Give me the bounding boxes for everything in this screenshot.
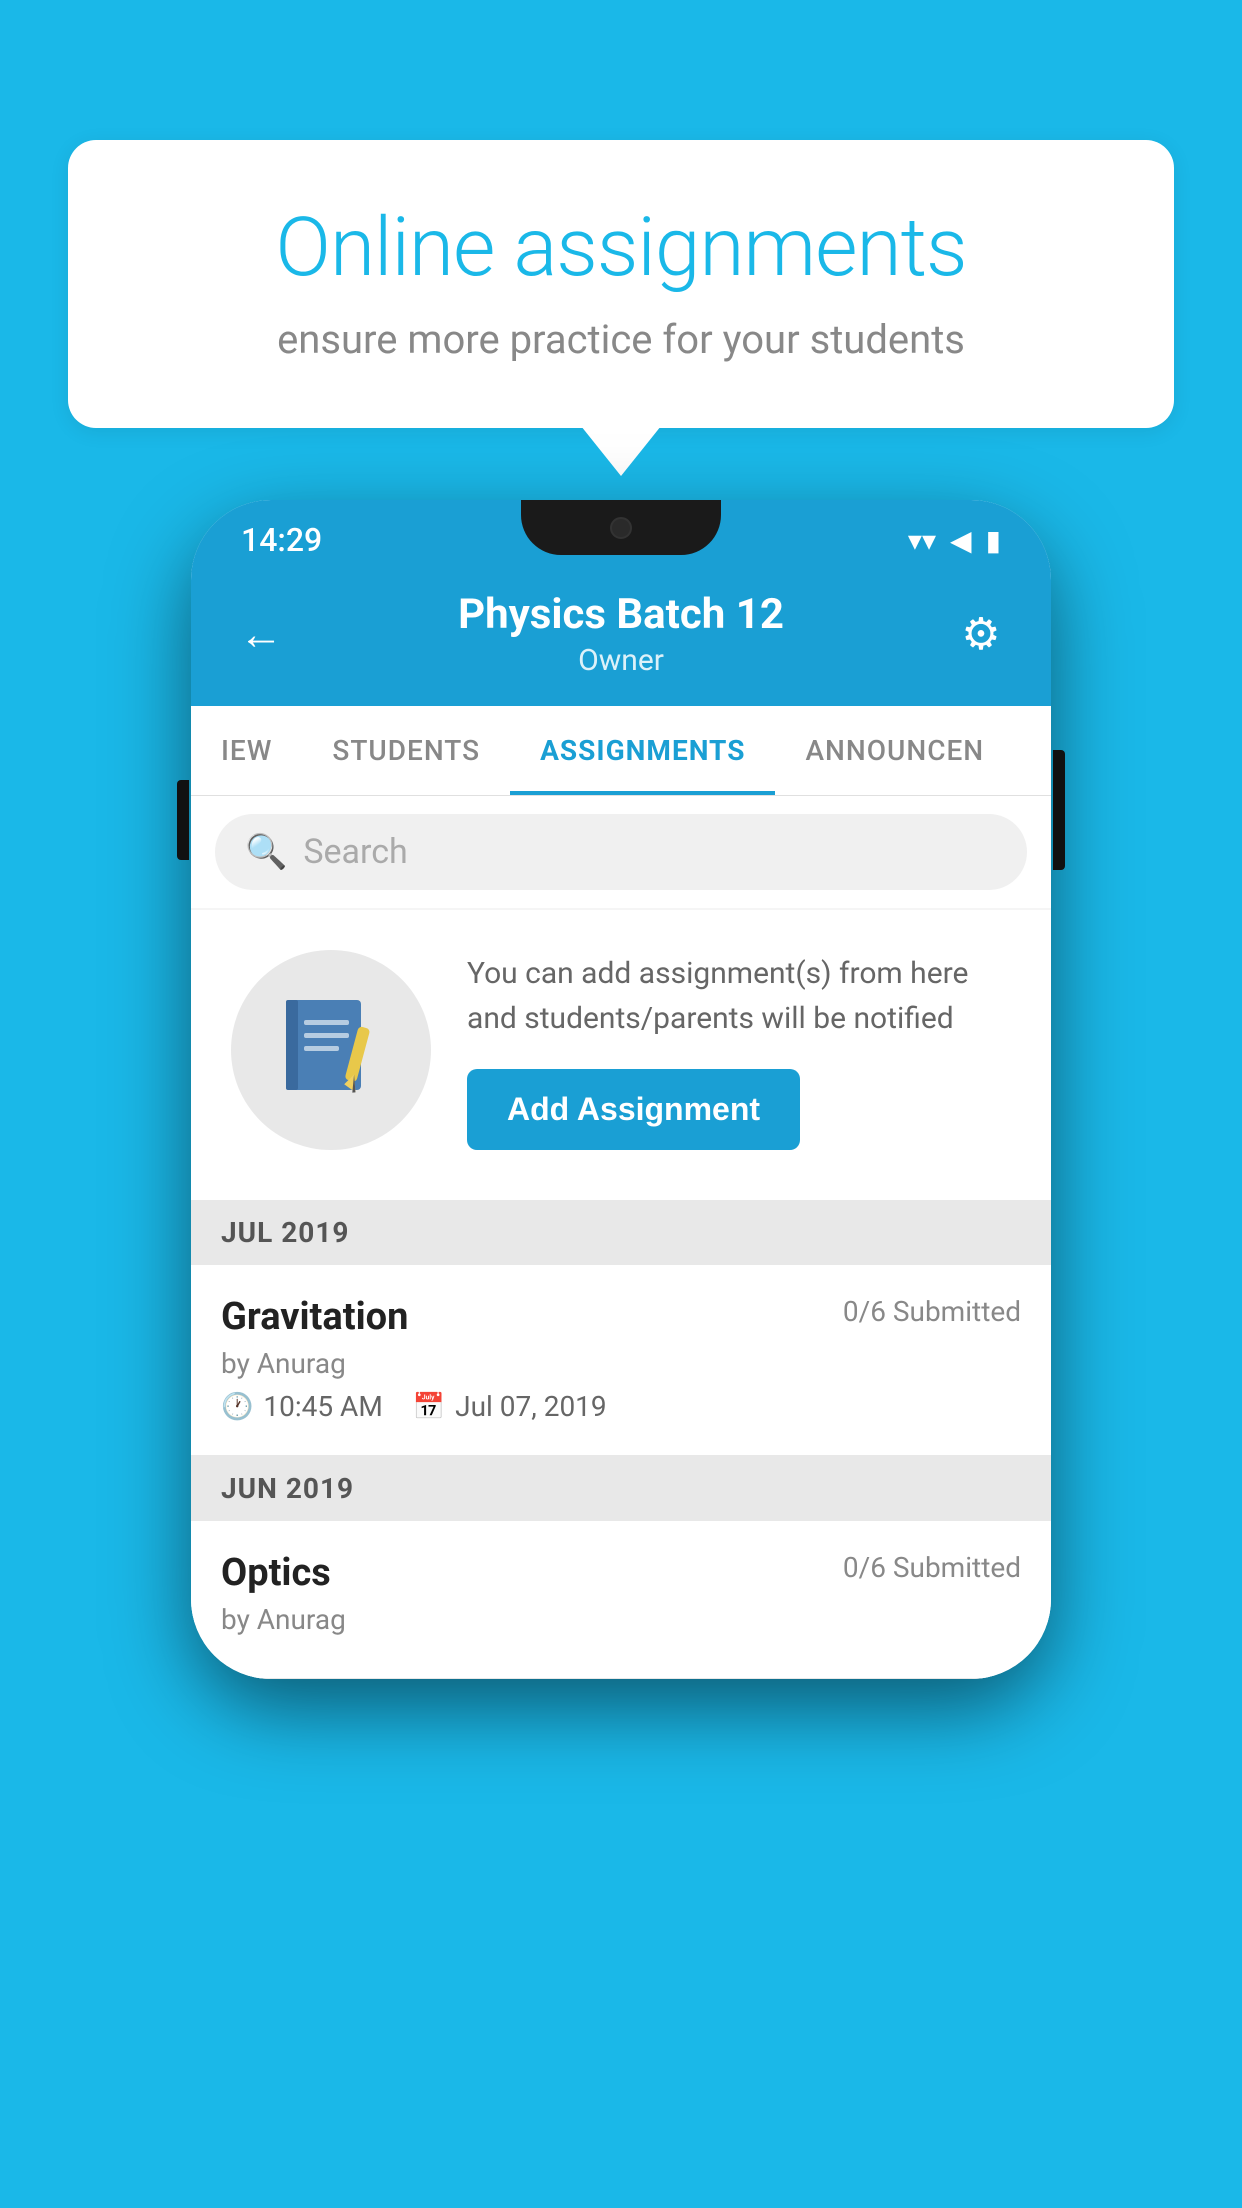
header-subtitle: Owner [291,643,951,678]
settings-button[interactable]: ⚙ [951,608,1011,660]
tab-students[interactable]: STUDENTS [302,706,510,795]
section-jun-2019: JUN 2019 [191,1456,1051,1521]
assignment-item-gravitation[interactable]: Gravitation 0/6 Submitted by Anurag 🕐 10… [191,1265,1051,1456]
section-jul-2019: JUL 2019 [191,1200,1051,1265]
signal-icon: ◀ [950,524,972,557]
assignment-optics-by: by Anurag [221,1603,1021,1636]
promo-icon-circle [231,950,431,1150]
tabs-bar: IEW STUDENTS ASSIGNMENTS ANNOUNCEN [191,706,1051,796]
assignment-top-row: Gravitation 0/6 Submitted [221,1295,1021,1339]
assignment-item-optics[interactable]: Optics 0/6 Submitted by Anurag [191,1521,1051,1679]
tab-iew[interactable]: IEW [191,706,302,795]
speech-bubble-title: Online assignments [138,200,1104,296]
notch-camera [610,517,632,539]
content-area: 🔍 Search [191,796,1051,1679]
back-button[interactable]: ← [231,608,291,660]
search-icon: 🔍 [245,832,287,872]
date-value: Jul 07, 2019 [455,1390,607,1423]
wifi-icon: ▾▾ [908,524,936,557]
speech-bubble-subtitle: ensure more practice for your students [138,316,1104,363]
tab-assignments[interactable]: ASSIGNMENTS [510,706,775,795]
search-bar[interactable]: 🔍 Search [215,814,1027,890]
clock-icon: 🕐 [221,1392,253,1422]
search-bar-wrapper: 🔍 Search [191,796,1051,908]
assignment-meta: 🕐 10:45 AM 📅 Jul 07, 2019 [221,1390,1021,1423]
add-assignment-button[interactable]: Add Assignment [467,1069,800,1150]
assignment-optics-name: Optics [221,1551,331,1595]
promo-right: You can add assignment(s) from here and … [467,951,1011,1150]
phone-outer: 14:29 ▾▾ ◀ ▮ ← Physics Batch 12 Owner ⚙ [191,500,1051,1679]
phone-notch [521,500,721,555]
assignment-by: by Anurag [221,1347,1021,1380]
calendar-icon: 📅 [413,1392,445,1422]
speech-bubble-container: Online assignments ensure more practice … [68,140,1174,428]
header-title: Physics Batch 12 [291,590,951,639]
speech-bubble: Online assignments ensure more practice … [68,140,1174,428]
notebook-icon [276,995,386,1105]
status-time: 14:29 [241,521,322,559]
status-icons: ▾▾ ◀ ▮ [908,524,1001,557]
phone-mockup: 14:29 ▾▾ ◀ ▮ ← Physics Batch 12 Owner ⚙ [191,500,1051,1679]
assignment-name: Gravitation [221,1295,408,1339]
promo-text: You can add assignment(s) from here and … [467,951,1011,1041]
assignment-submitted: 0/6 Submitted [843,1295,1021,1328]
assignment-optics-top-row: Optics 0/6 Submitted [221,1551,1021,1595]
tab-announcements[interactable]: ANNOUNCEN [775,706,1014,795]
search-placeholder: Search [303,832,407,872]
time-value: 10:45 AM [263,1390,382,1423]
header-center: Physics Batch 12 Owner [291,590,951,678]
assignment-date: 📅 Jul 07, 2019 [413,1390,607,1423]
assignment-time: 🕐 10:45 AM [221,1390,383,1423]
promo-card: You can add assignment(s) from here and … [191,910,1051,1200]
battery-icon: ▮ [986,524,1001,557]
app-header: ← Physics Batch 12 Owner ⚙ [191,570,1051,706]
phone-screen: 14:29 ▾▾ ◀ ▮ ← Physics Batch 12 Owner ⚙ [191,500,1051,1679]
assignment-optics-submitted: 0/6 Submitted [843,1551,1021,1584]
